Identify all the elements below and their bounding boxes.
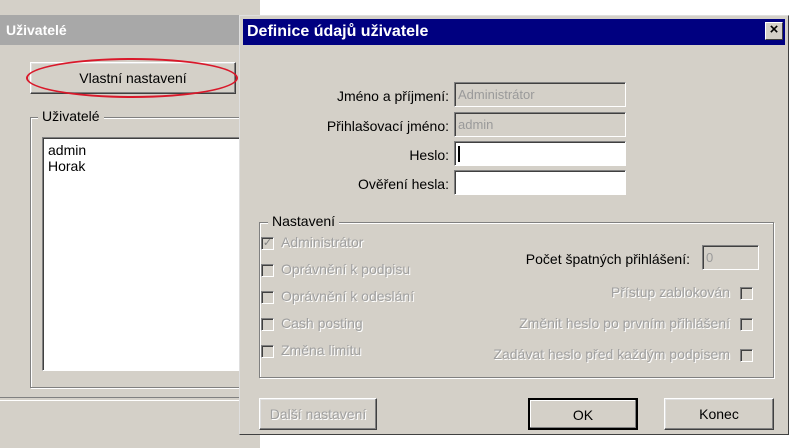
access-blocked-label: Přístup zablokován	[610, 284, 730, 300]
password-field[interactable]	[454, 141, 626, 166]
bottom-strip	[260, 435, 789, 448]
full-name-label: Jméno a příjmení:	[336, 88, 449, 104]
change-password-label: Změnit heslo po prvním přihlášení	[519, 315, 730, 331]
limit-change-checkbox[interactable]	[261, 345, 274, 358]
list-item[interactable]: Horak	[48, 158, 254, 174]
bottom-separator	[0, 397, 260, 401]
users-list[interactable]: admin Horak	[42, 137, 260, 371]
password-before-sign-label: Zadávat heslo před každým podpisem	[493, 346, 730, 362]
send-permission-checkbox[interactable]	[261, 291, 274, 304]
password-label: Heslo:	[409, 147, 449, 163]
administrator-checkbox[interactable]: ✓	[261, 237, 274, 250]
cash-posting-label: Cash posting	[281, 315, 363, 331]
change-password-checkbox[interactable]	[740, 318, 753, 331]
custom-settings-button[interactable]: Vlastní nastavení	[30, 62, 236, 94]
password-before-sign-checkbox[interactable]	[740, 349, 753, 362]
users-window-title: Uživatelé	[0, 15, 260, 45]
limit-change-label: Změna limitu	[281, 342, 362, 358]
failed-logins-field[interactable]: 0	[702, 245, 759, 270]
password-confirm-label: Ověření hesla:	[357, 176, 449, 192]
login-field[interactable]: admin	[454, 112, 626, 137]
close-icon[interactable]: ×	[765, 22, 783, 40]
login-label: Přihlašovací jméno:	[326, 118, 449, 134]
sign-permission-checkbox[interactable]	[261, 264, 274, 277]
close-button[interactable]: Konec	[664, 398, 774, 430]
users-group-label: Uživatelé	[38, 108, 104, 124]
list-item[interactable]: admin	[48, 142, 254, 158]
text-caret	[458, 146, 460, 162]
more-settings-button[interactable]: Další nastavení	[259, 398, 377, 430]
dialog-title: Definice údajů uživatele	[243, 19, 785, 45]
sign-permission-label: Oprávnění k podpisu	[281, 261, 411, 277]
administrator-label: Administrátor	[281, 234, 364, 250]
access-blocked-checkbox[interactable]	[740, 287, 753, 300]
settings-group-label: Nastavení	[268, 213, 340, 229]
full-name-field[interactable]: Administrátor	[454, 82, 626, 107]
cash-posting-checkbox[interactable]	[261, 318, 274, 331]
failed-logins-label: Počet špatných přihlášení:	[525, 251, 690, 267]
send-permission-label: Oprávnění k odeslání	[281, 288, 415, 304]
ok-button[interactable]: OK	[528, 398, 638, 430]
password-confirm-field[interactable]	[454, 170, 626, 195]
